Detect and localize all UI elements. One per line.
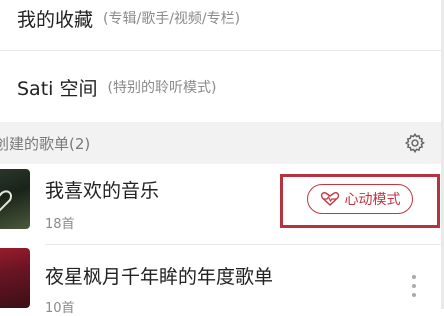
playlist-title: 我喜欢的音乐	[45, 180, 160, 202]
playlist-title: 夜星枫月千年眸的年度歌单	[45, 266, 274, 288]
playlist-count: 18首	[45, 217, 75, 232]
section-title: 创建的歌单(2)	[0, 134, 91, 153]
menu-subtitle: (特别的聆听模式)	[107, 80, 217, 96]
menu-row-favorites[interactable]: 我的收藏 (专辑/歌手/视频/专栏)	[0, 0, 444, 46]
highlight-box: 心动模式	[280, 174, 440, 228]
divider	[0, 50, 444, 51]
menu-title: Sati 空间	[17, 77, 98, 100]
playlist-cover[interactable]	[0, 248, 30, 308]
divider	[45, 244, 444, 245]
heartbeat-icon	[320, 192, 339, 206]
created-playlists-header: 创建的歌单(2)	[0, 122, 444, 164]
menu-row-sati-space[interactable]: Sati 空间 (特别的聆听模式)	[0, 59, 444, 115]
menu-subtitle: (专辑/歌手/视频/专栏)	[103, 11, 241, 27]
heart-mode-label: 心动模式	[344, 192, 401, 208]
heart-art-icon	[0, 190, 12, 212]
playlist-count: 10首	[45, 301, 75, 316]
menu-title: 我的收藏	[17, 8, 94, 31]
gear-icon[interactable]	[404, 132, 426, 154]
more-options-icon[interactable]	[411, 275, 417, 305]
playlist-cover[interactable]	[0, 169, 30, 229]
heart-mode-button[interactable]: 心动模式	[307, 184, 413, 214]
